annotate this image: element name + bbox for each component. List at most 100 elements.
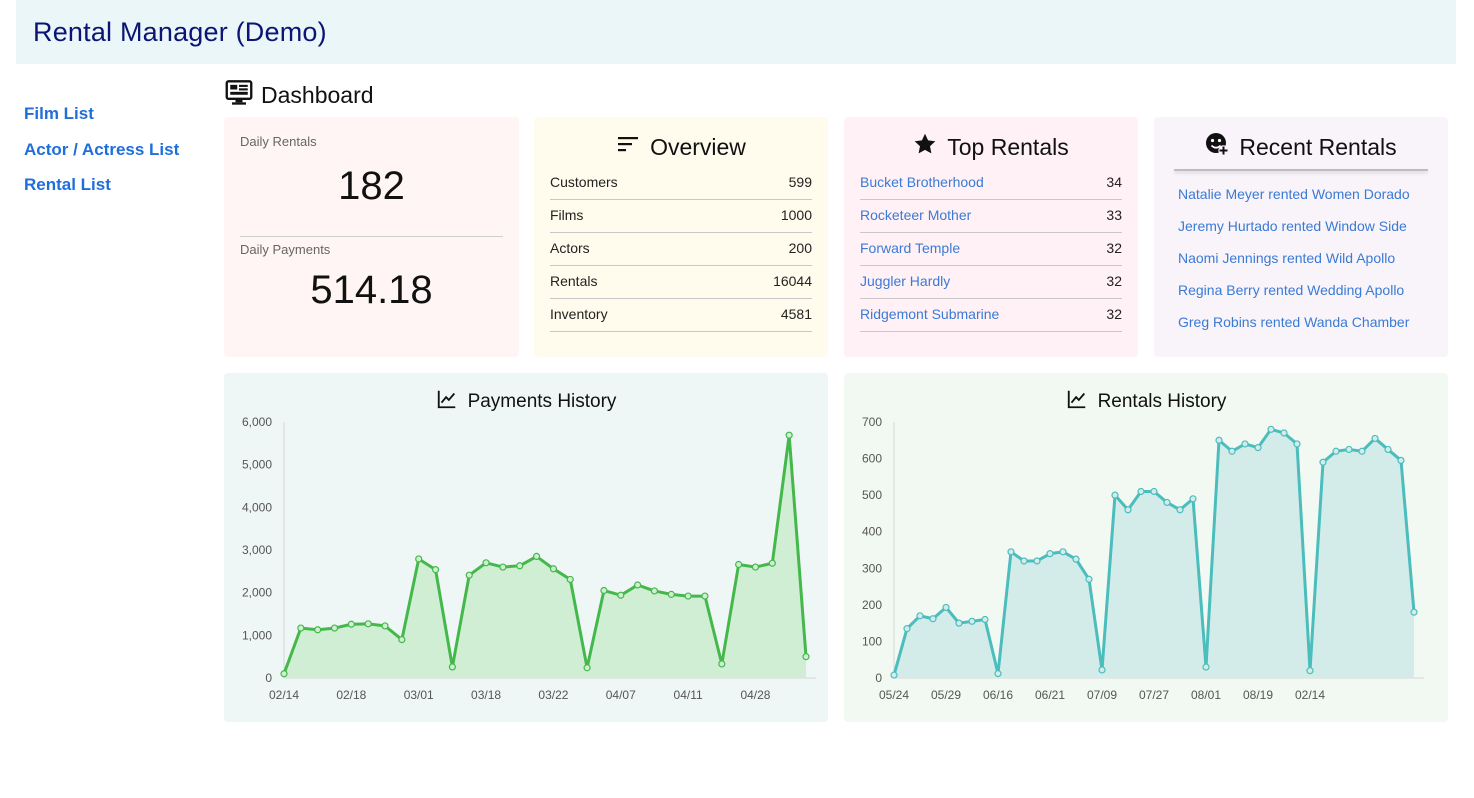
data-point[interactable] bbox=[583, 664, 591, 672]
list-item: Ridgemont Submarine 32 bbox=[860, 299, 1122, 332]
data-point[interactable] bbox=[890, 671, 898, 679]
data-point[interactable] bbox=[381, 622, 389, 630]
sidebar-item-actor-list[interactable]: Actor / Actress List bbox=[24, 136, 179, 172]
data-point[interactable] bbox=[1189, 495, 1197, 503]
y-tick-label: 4,000 bbox=[242, 500, 272, 514]
data-point[interactable] bbox=[634, 581, 642, 589]
data-point[interactable] bbox=[650, 587, 659, 595]
data-point[interactable] bbox=[431, 566, 440, 574]
data-point[interactable] bbox=[1319, 458, 1327, 466]
sidebar-item-film-list[interactable]: Film List bbox=[24, 100, 179, 136]
data-point[interactable] bbox=[1098, 666, 1106, 674]
film-link[interactable]: Juggler Hardly bbox=[860, 269, 950, 298]
x-tick-label: 06/21 bbox=[1035, 688, 1065, 702]
data-point[interactable] bbox=[1410, 608, 1418, 616]
recent-rental-link[interactable]: Naomi Jennings rented Wild Apollo bbox=[1178, 247, 1410, 279]
sidebar-item-rental-list[interactable]: Rental List bbox=[24, 171, 179, 207]
rentals-history-chart: 0 100 200 300 400 500 600 700 05/24 05/29 06/16 06/… bbox=[862, 415, 1424, 702]
data-point[interactable] bbox=[617, 591, 625, 599]
recent-rental-link[interactable]: Jeremy Hurtado rented Window Side bbox=[1178, 215, 1410, 247]
data-point[interactable] bbox=[735, 560, 743, 569]
page-title: Dashboard bbox=[261, 81, 374, 108]
data-point[interactable] bbox=[981, 615, 989, 624]
x-tick-label: 02/14 bbox=[1295, 688, 1325, 702]
y-tick-label: 0 bbox=[265, 671, 272, 685]
data-point[interactable] bbox=[1371, 434, 1379, 443]
page-heading: Dashboard bbox=[225, 79, 374, 110]
data-point[interactable] bbox=[347, 620, 355, 628]
data-point[interactable] bbox=[1124, 506, 1132, 514]
data-point[interactable] bbox=[280, 670, 288, 678]
data-point[interactable] bbox=[701, 592, 709, 600]
recent-rental-link[interactable]: Natalie Meyer rented Women Dorado bbox=[1178, 183, 1410, 215]
emoji-add-icon bbox=[1205, 132, 1239, 162]
rentals-history-title: Rentals History bbox=[844, 389, 1448, 415]
data-point[interactable] bbox=[415, 555, 423, 563]
data-point[interactable] bbox=[1384, 445, 1392, 454]
data-point[interactable] bbox=[1280, 429, 1288, 437]
data-point[interactable] bbox=[465, 571, 473, 579]
data-point[interactable] bbox=[785, 431, 793, 439]
data-point[interactable] bbox=[532, 552, 541, 560]
recent-rentals-list: Natalie Meyer rented Women Dorado Jeremy… bbox=[1178, 183, 1410, 343]
data-point[interactable] bbox=[499, 563, 507, 571]
data-point[interactable] bbox=[684, 592, 692, 600]
data-point[interactable] bbox=[955, 619, 963, 627]
data-point[interactable] bbox=[1176, 506, 1184, 514]
data-point[interactable] bbox=[1111, 491, 1119, 499]
data-point[interactable] bbox=[1163, 498, 1171, 507]
data-point[interactable] bbox=[1254, 443, 1262, 452]
recent-rental-link[interactable]: Greg Robins rented Wanda Chamber bbox=[1178, 311, 1410, 343]
data-point[interactable] bbox=[516, 562, 524, 570]
data-point[interactable] bbox=[1267, 425, 1275, 433]
data-point[interactable] bbox=[1332, 447, 1340, 455]
data-point[interactable] bbox=[1150, 487, 1158, 496]
data-point[interactable] bbox=[1241, 440, 1249, 448]
data-point[interactable] bbox=[1085, 575, 1093, 583]
data-point[interactable] bbox=[903, 625, 911, 633]
data-point[interactable] bbox=[566, 575, 574, 584]
data-point[interactable] bbox=[667, 590, 675, 598]
data-point[interactable] bbox=[297, 624, 305, 632]
data-point[interactable] bbox=[1345, 445, 1353, 454]
data-point[interactable] bbox=[994, 670, 1002, 678]
recent-rental-link[interactable]: Regina Berry rented Wedding Apollo bbox=[1178, 279, 1410, 311]
data-point[interactable] bbox=[1397, 456, 1405, 465]
data-point[interactable] bbox=[718, 660, 726, 668]
data-point[interactable] bbox=[942, 603, 950, 612]
data-point[interactable] bbox=[751, 563, 760, 571]
data-point[interactable] bbox=[1046, 550, 1054, 558]
film-link[interactable]: Ridgemont Submarine bbox=[860, 302, 999, 331]
data-point[interactable] bbox=[1228, 447, 1236, 455]
data-point[interactable] bbox=[1137, 487, 1145, 496]
data-point[interactable] bbox=[1059, 548, 1067, 556]
data-point[interactable] bbox=[1358, 447, 1366, 455]
data-point[interactable] bbox=[1072, 555, 1080, 563]
data-point[interactable] bbox=[314, 626, 322, 634]
data-point[interactable] bbox=[600, 586, 608, 595]
data-point[interactable] bbox=[1020, 557, 1028, 565]
x-tick-label: 07/09 bbox=[1087, 688, 1117, 702]
data-point[interactable] bbox=[549, 565, 558, 573]
data-point[interactable] bbox=[768, 559, 776, 567]
data-point[interactable] bbox=[802, 653, 810, 661]
data-point[interactable] bbox=[1293, 440, 1301, 448]
data-point[interactable] bbox=[330, 624, 339, 632]
data-point[interactable] bbox=[482, 559, 490, 567]
film-link[interactable]: Rocketeer Mother bbox=[860, 203, 971, 232]
film-link[interactable]: Forward Temple bbox=[860, 236, 960, 265]
data-point[interactable] bbox=[1306, 667, 1314, 675]
data-point[interactable] bbox=[398, 636, 406, 644]
film-link[interactable]: Bucket Brotherhood bbox=[860, 170, 984, 199]
data-point[interactable] bbox=[916, 612, 924, 620]
data-point[interactable] bbox=[448, 663, 456, 671]
recent-rentals-card: Recent Rentals Natalie Meyer rented Wome… bbox=[1154, 117, 1448, 357]
data-point[interactable] bbox=[1202, 663, 1210, 671]
data-point[interactable] bbox=[364, 620, 372, 628]
daily-payments-label: Daily Payments bbox=[240, 242, 331, 257]
data-point[interactable] bbox=[968, 617, 976, 625]
data-point[interactable] bbox=[1007, 548, 1015, 556]
data-point[interactable] bbox=[1215, 436, 1223, 444]
data-point[interactable] bbox=[929, 615, 937, 623]
data-point[interactable] bbox=[1033, 557, 1041, 565]
